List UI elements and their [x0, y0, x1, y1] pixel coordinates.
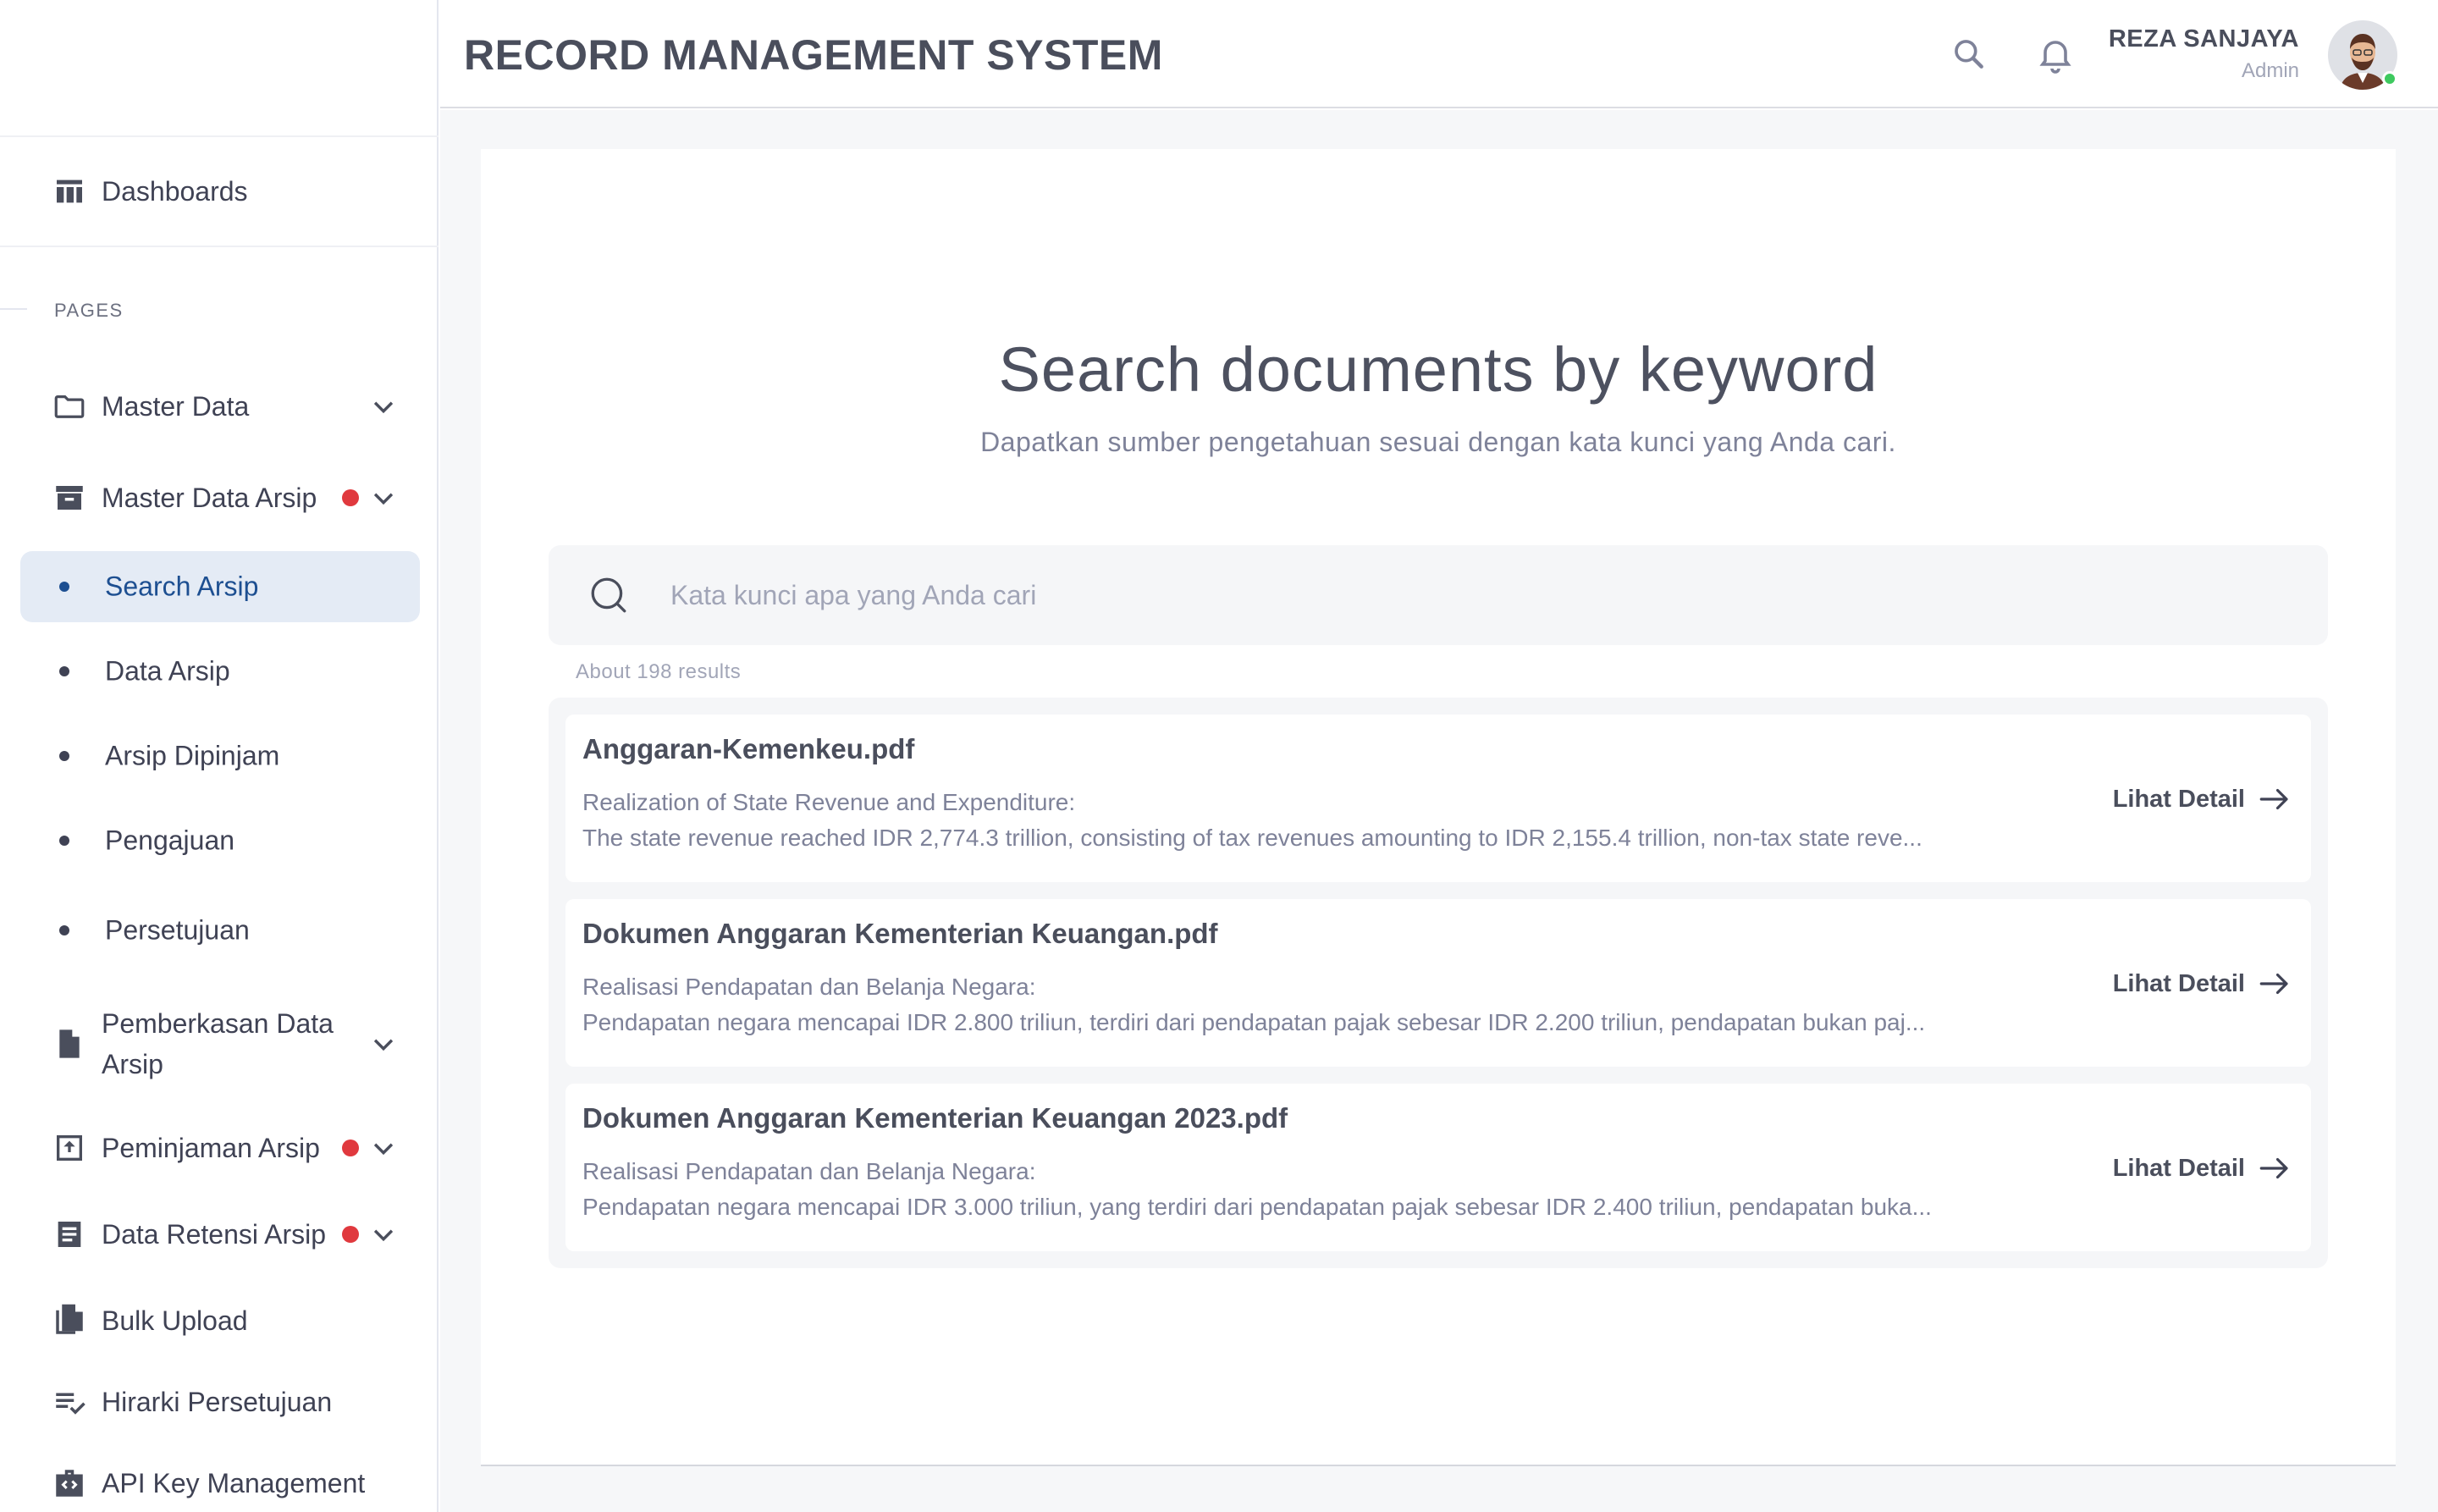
result-snippet-heading: Realisasi Pendapatan dan Belanja Negara:	[582, 974, 1036, 1000]
result-title[interactable]: Dokumen Anggaran Kementerian Keuangan.pd…	[582, 918, 1218, 950]
section-label: PAGES	[54, 300, 124, 321]
sidebar-subitem-data-arsip[interactable]: Data Arsip	[20, 636, 420, 707]
sidebar-subitem-pengajuan[interactable]: Pengajuan	[20, 805, 420, 876]
page-subtitle: Dapatkan sumber pengetahuan sesuai denga…	[980, 427, 1896, 457]
search-icon[interactable]	[1945, 30, 1993, 78]
user-name: REZA SANJAYA	[2108, 25, 2299, 52]
sidebar-item-master-data[interactable]: Master Data	[20, 371, 420, 442]
notification-dot	[342, 1140, 359, 1156]
chevron-down-icon[interactable]	[369, 483, 398, 512]
sidebar-item-pemberkasan-data-arsip[interactable]: Pemberkasan Data Arsip	[20, 997, 420, 1090]
view-detail-link[interactable]: Lihat Detail	[2113, 781, 2292, 818]
card-divider	[481, 1465, 2396, 1466]
archive-box-icon	[51, 479, 88, 516]
arrow-right-icon	[2259, 973, 2288, 995]
result-title[interactable]: Dokumen Anggaran Kementerian Keuangan 20…	[582, 1102, 1288, 1134]
view-detail-label: Lihat Detail	[2112, 969, 2245, 997]
bullet	[59, 666, 69, 676]
sidebar-divider	[0, 135, 439, 137]
page-title: Search documents by keyword	[998, 334, 1878, 405]
chevron-down-icon[interactable]	[369, 1220, 398, 1249]
sidebar-subitem-label: Arsip Dipinjam	[105, 740, 280, 771]
sidebar-item-bulk-upload[interactable]: Bulk Upload	[20, 1285, 420, 1356]
sidebar-divider	[0, 246, 439, 247]
result-snippet: Pendapatan negara mencapai IDR 2.800 tri…	[582, 1009, 1926, 1035]
sidebar-subitem-label: Persetujuan	[105, 914, 250, 946]
inbox-upload-icon	[51, 1129, 88, 1167]
result-snippet-heading: Realisasi Pendapatan dan Belanja Negara:	[582, 1158, 1036, 1184]
sidebar-subitem-persetujuan[interactable]: Persetujuan	[20, 895, 420, 966]
checklist-icon	[51, 1383, 88, 1421]
sidebar-item-label: Data Retensi Arsip	[102, 1219, 327, 1250]
results-count: About 198 results	[576, 660, 742, 683]
document-icon	[51, 1025, 88, 1062]
code-briefcase-icon	[51, 1465, 88, 1502]
user-role: Admin	[2241, 59, 2299, 82]
folder-icon	[51, 388, 88, 425]
search-input[interactable]	[670, 566, 2279, 625]
sidebar-item-hirarki-persetujuan[interactable]: Hirarki Persetujuan	[20, 1366, 420, 1438]
sidebar-item-dashboards[interactable]: Dashboards	[20, 156, 420, 227]
chevron-down-icon[interactable]	[369, 1029, 398, 1058]
list-document-icon	[51, 1216, 88, 1253]
result-item: Dokumen Anggaran Kementerian Keuangan.pd…	[565, 899, 2311, 1067]
arrow-right-icon	[2259, 788, 2288, 810]
sidebar-item-label: Bulk Upload	[102, 1305, 248, 1336]
online-status-dot	[2382, 71, 2397, 86]
view-detail-label: Lihat Detail	[2112, 1154, 2245, 1182]
notification-dot	[342, 489, 359, 506]
sidebar-item-label: Peminjaman Arsip	[102, 1133, 320, 1163]
view-detail-link[interactable]: Lihat Detail	[2113, 965, 2292, 1002]
bullet	[59, 925, 69, 935]
result-snippet: Pendapatan negara mencapai IDR 3.000 tri…	[582, 1194, 1932, 1220]
search-icon	[591, 577, 626, 613]
view-detail-link[interactable]: Lihat Detail	[2113, 1150, 2292, 1187]
notification-dot	[342, 1226, 359, 1243]
bell-icon[interactable]	[2032, 30, 2079, 78]
sidebar-subitem-label: Search Arsip	[105, 571, 259, 602]
sidebar-item-label: Master Data	[102, 391, 250, 422]
result-snippet-heading: Realization of State Revenue and Expendi…	[582, 789, 1076, 815]
result-item: Dokumen Anggaran Kementerian Keuangan 20…	[565, 1084, 2311, 1251]
sidebar-item-label: Hirarki Persetujuan	[102, 1387, 333, 1417]
sidebar-item-peminjaman-arsip[interactable]: Peminjaman Arsip	[20, 1112, 420, 1184]
sidebar-item-label: API Key Management	[102, 1468, 366, 1498]
chevron-down-icon[interactable]	[369, 1134, 398, 1162]
sidebar-subitem-label: Data Arsip	[105, 655, 230, 687]
sidebar-subitem-search-arsip[interactable]: Search Arsip	[20, 551, 420, 622]
result-title[interactable]: Anggaran-Kemenkeu.pdf	[582, 733, 914, 765]
section-tick	[0, 308, 27, 310]
result-snippet: The state revenue reached IDR 2,774.3 tr…	[582, 825, 1922, 851]
sidebar-item-label: Master Data Arsip	[102, 483, 317, 513]
sidebar-item-label: Pemberkasan Data Arsip	[102, 1008, 334, 1079]
sidebar-subitem-arsip-dipinjam[interactable]: Arsip Dipinjam	[20, 720, 420, 792]
search-bar[interactable]	[549, 545, 2328, 645]
files-copy-icon	[51, 1302, 88, 1339]
bullet	[59, 836, 69, 846]
bullet	[59, 751, 69, 761]
sidebar-item-label: Dashboards	[102, 176, 248, 207]
bullet	[59, 582, 69, 592]
sidebar: Dashboards PAGES Master Data Master Data…	[0, 0, 439, 1512]
sidebar-item-master-data-arsip[interactable]: Master Data Arsip	[20, 462, 420, 533]
result-item: Anggaran-Kemenkeu.pdf Realization of Sta…	[565, 715, 2311, 882]
sidebar-item-data-retensi-arsip[interactable]: Data Retensi Arsip	[20, 1199, 420, 1270]
sidebar-subitem-label: Pengajuan	[105, 825, 235, 856]
top-header: RECORD MANAGEMENT SYSTEM REZA SANJAYA Ad…	[440, 0, 2438, 108]
app-title: RECORD MANAGEMENT SYSTEM	[464, 31, 1163, 79]
table-layout-icon	[51, 173, 88, 210]
sidebar-item-api-key-management[interactable]: API Key Management	[20, 1448, 420, 1512]
view-detail-label: Lihat Detail	[2112, 785, 2245, 813]
arrow-right-icon	[2259, 1157, 2288, 1179]
chevron-down-icon[interactable]	[369, 392, 398, 421]
